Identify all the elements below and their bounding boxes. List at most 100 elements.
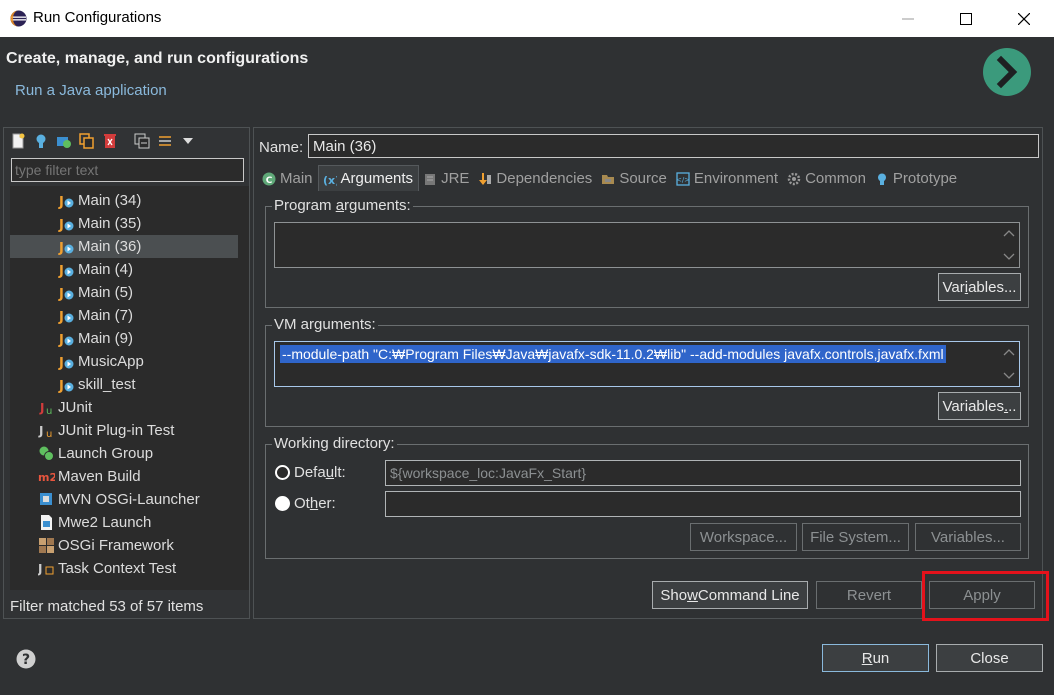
vm-args-label: VM arguments: [272,316,378,333]
svg-text:J: J [38,424,43,438]
run-button[interactable]: Run [822,644,929,672]
arguments-tab-body: Program arguments: Var i ables... VM argum… [258,191,1039,575]
tab-dependencies[interactable]: Dependencies [474,165,597,191]
tree-item[interactable]: J MusicApp [10,350,238,373]
help-icon[interactable]: ? [16,649,36,669]
tab-source[interactable]: Source [597,165,672,191]
common-tab-icon [787,172,801,186]
config-list-panel: JMain (34)JMain (35)JMain (36)JMain (4)J… [3,127,250,619]
other-dir-input[interactable] [385,491,1021,517]
program-args-scrollbar[interactable] [1000,224,1018,266]
tab-prototype[interactable]: Prototype [871,165,962,191]
export-config-button[interactable] [54,131,74,151]
file-system-button[interactable]: File System... [802,523,909,551]
java-app-icon: J [58,307,75,324]
tree-item[interactable]: MVN OSGi-Launcher [10,488,238,511]
dialog-header: Create, manage, and run configurations R… [0,37,1054,120]
tree-item[interactable]: J Main (36) [10,235,238,258]
program-args-textarea[interactable] [274,222,1020,268]
scroll-down-icon [1003,372,1015,379]
tree-item[interactable]: J Main (9) [10,327,238,350]
close-window-button[interactable] [995,0,1053,37]
tree-item[interactable]: J Main (4) [10,258,238,281]
java-app-icon: J [58,353,75,370]
tree-item[interactable]: Launch Group [10,442,238,465]
collapse-all-button[interactable] [132,131,152,151]
tab-label: Arguments [340,170,414,187]
tree-item[interactable]: OSGi Framework [10,534,238,557]
working-dir-variables-button[interactable]: Variables... [915,523,1021,551]
tab-label: Source [619,170,667,187]
tab-environment[interactable]: </> Environment [672,165,783,191]
maximize-icon [960,12,972,25]
tree-item-label: JUnit Plug-in Test [58,422,175,439]
tab-label: JRE [441,170,470,187]
tree-item[interactable]: m2 Maven Build [10,465,238,488]
svg-text:m2: m2 [38,471,55,484]
tab-main[interactable]: C Main [258,165,318,191]
tree-item[interactable]: J Main (35) [10,212,238,235]
tab-label: Environment [693,170,779,187]
delete-config-button[interactable] [100,131,120,151]
svg-text:J: J [58,195,64,209]
jre-tab-icon [423,172,437,186]
default-radio[interactable] [275,465,290,480]
name-label: Name: [259,139,304,156]
other-label: Other: [294,495,336,512]
svg-text:J: J [58,310,64,324]
apply-highlight-box [922,571,1049,621]
vm-args-scrollbar[interactable] [1000,343,1018,385]
scroll-up-icon [1003,230,1015,237]
tab-label: Main [280,170,313,187]
tab-jre[interactable]: JRE [419,165,474,191]
tree-item-label: Task Context Test [58,560,177,577]
filter-input[interactable] [11,158,244,182]
other-radio[interactable] [275,496,290,511]
java-app-icon: J [58,192,75,209]
config-editor-panel: Name: CMain(x)=ArgumentsJREDependenciesS… [253,127,1043,619]
duplicate-config-button[interactable] [77,131,97,151]
new-prototype-button[interactable] [31,131,51,151]
svg-text:J: J [58,356,64,370]
program-args-group: Program arguments: Var i ables... [265,197,1029,308]
working-dir-group: Working directory: Default: Other: Works… [265,435,1029,559]
tree-item[interactable]: Ju JUnit Plug-in Test [10,419,238,442]
tab-arguments[interactable]: (x)=Arguments [317,165,420,191]
tree-item[interactable]: J Task Context Test [10,557,238,580]
revert-button[interactable]: Revert [816,581,922,609]
toolbar-menu-button[interactable] [178,131,198,151]
tree-scrollbar[interactable] [245,186,249,590]
tree-item[interactable]: J Main (34) [10,189,238,212]
program-args-variables-button[interactable]: Var i ables... [938,273,1021,301]
working-dir-label: Working directory: [272,435,397,452]
tree-item-label: OSGi Framework [58,537,174,554]
filter-icon [159,136,171,146]
tree-item[interactable]: Ju JUnit [10,396,238,419]
maximize-button[interactable] [937,0,995,37]
filter-button[interactable] [155,131,175,151]
name-input[interactable] [308,134,1039,158]
new-config-button[interactable] [8,131,28,151]
tab-label: Dependencies [496,170,593,187]
config-tree[interactable]: J Main (34) J Main (35) J Main (36) J Main (4) J… [10,186,245,590]
show-command-line-button[interactable]: Sho w Command Line [652,581,808,609]
tree-item[interactable]: J Main (7) [10,304,238,327]
tree-item-label: Maven Build [58,468,141,485]
tree-item-label: MusicApp [78,353,144,370]
vm-args-variables-button[interactable]: Variables... [938,392,1021,420]
minimize-icon [902,18,914,19]
vm-args-textarea[interactable]: --module-path "C:₩Program Files₩Java₩jav… [274,341,1020,387]
junit-icon: Ju [38,399,55,416]
close-button[interactable]: Close [936,644,1043,672]
workspace-button[interactable]: Workspace... [690,523,797,551]
arguments-tab-icon: (x)= [323,172,337,186]
prototype-tab-icon [875,172,889,186]
tree-item[interactable]: Jskill_test [10,373,238,396]
tree-item[interactable]: Mwe2 Launch [10,511,238,534]
scroll-up-icon [1003,349,1015,356]
tab-common[interactable]: Common [783,165,871,191]
tree-item-label: Main (35) [78,215,142,232]
minimize-button[interactable] [879,0,937,37]
svg-text:C: C [266,176,273,186]
tree-item[interactable]: J Main (5) [10,281,238,304]
